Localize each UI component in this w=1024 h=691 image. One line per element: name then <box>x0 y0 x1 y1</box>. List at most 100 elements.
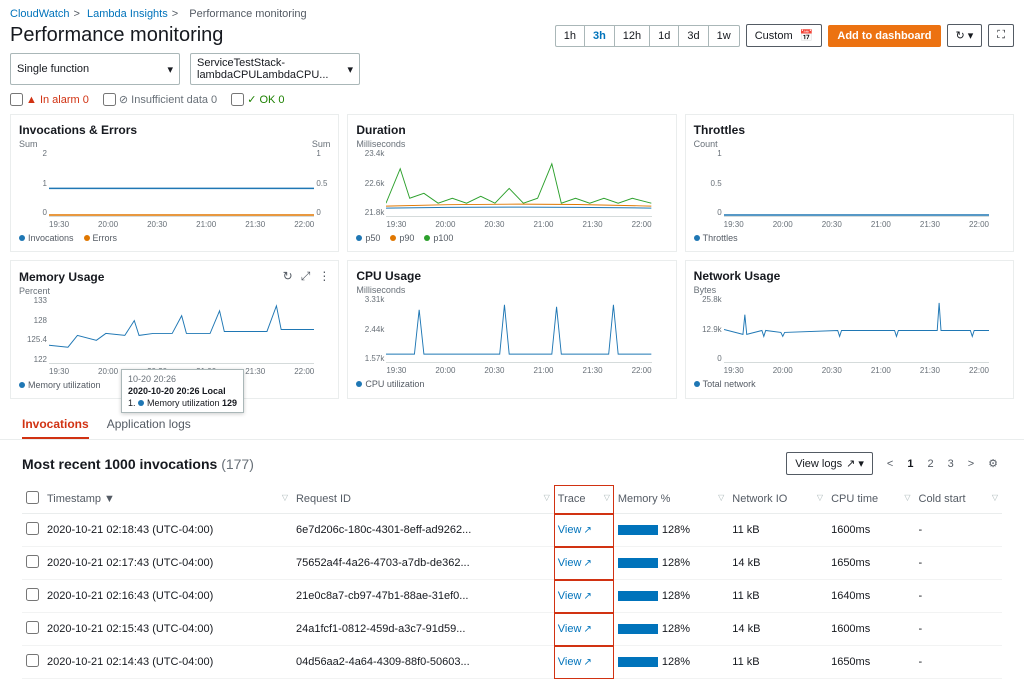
cell-cold-start: - <box>915 547 1003 580</box>
cell-cold-start: - <box>915 613 1003 646</box>
col-memory-[interactable]: Memory % ▽ <box>614 485 728 514</box>
mode-select[interactable]: Single function▾ <box>10 53 180 85</box>
cell-network: 14 kB <box>728 613 827 646</box>
view-logs-button[interactable]: View logs ↗ ▾ <box>786 452 873 475</box>
pagination[interactable]: < 1 2 3 > ⚙ <box>883 455 1002 472</box>
col-cold-start[interactable]: Cold start ▽ <box>915 485 1003 514</box>
row-checkbox[interactable] <box>26 588 39 601</box>
chart-duration: DurationMilliseconds23.4k22.6k21.8k19:30… <box>347 114 676 252</box>
alarm-filter[interactable]: ▲ In alarm 0 <box>10 93 89 106</box>
page-title: Performance monitoring <box>10 24 223 47</box>
breadcrumb-current: Performance monitoring <box>189 8 306 20</box>
view-trace-link[interactable]: View↗ <box>558 524 592 536</box>
cell-request-id: 04d56aa2-4a64-4309-88f0-50603... <box>292 646 554 679</box>
row-checkbox[interactable] <box>26 654 39 667</box>
refresh-button[interactable]: ↻ ▾ <box>947 24 983 47</box>
cell-cold-start: - <box>915 514 1003 547</box>
cell-timestamp: 2020-10-21 02:16:43 (UTC-04:00) <box>43 580 292 613</box>
cell-request-id: 21e0c8a7-cb97-47b1-88ae-31ef0... <box>292 580 554 613</box>
cell-timestamp: 2020-10-21 02:17:43 (UTC-04:00) <box>43 547 292 580</box>
view-trace-link[interactable]: View↗ <box>558 656 592 668</box>
ok-filter[interactable]: ✓ OK 0 <box>231 93 284 106</box>
col-request-id[interactable]: Request ID ▽ <box>292 485 554 514</box>
cell-memory: 128% <box>614 547 728 580</box>
chart-title: Throttles <box>694 123 745 137</box>
cell-request-id: 6e7d206c-180c-4301-8eff-ad9262... <box>292 514 554 547</box>
chart-memory-usage: Memory Usage↻⤢⋮Percent133128125.412219:3… <box>10 260 339 399</box>
cell-memory: 128% <box>614 613 728 646</box>
col-timestamp[interactable]: Timestamp ▼▽ <box>43 485 292 514</box>
breadcrumb-lambda-insights[interactable]: Lambda Insights <box>87 8 168 20</box>
table-row: 2020-10-21 02:15:43 (UTC-04:00)24a1fcf1-… <box>22 613 1002 646</box>
time-1d[interactable]: 1d <box>650 26 679 46</box>
refresh-icon[interactable]: ↻ <box>283 269 293 284</box>
time-3h[interactable]: 3h <box>585 26 615 46</box>
cell-memory: 128% <box>614 580 728 613</box>
invocations-table: Timestamp ▼▽Request ID ▽Trace ▽Memory % … <box>22 485 1002 679</box>
breadcrumb-cloudwatch[interactable]: CloudWatch <box>10 8 70 20</box>
cell-cpu: 1640ms <box>827 580 914 613</box>
row-checkbox[interactable] <box>26 555 39 568</box>
page-prev[interactable]: < <box>883 456 897 472</box>
page-2[interactable]: 2 <box>923 456 937 472</box>
cell-timestamp: 2020-10-21 02:15:43 (UTC-04:00) <box>43 613 292 646</box>
breadcrumb: CloudWatch> Lambda Insights> Performance… <box>10 8 1014 20</box>
cell-timestamp: 2020-10-21 02:18:43 (UTC-04:00) <box>43 514 292 547</box>
view-trace-link[interactable]: View↗ <box>558 590 592 602</box>
view-trace-link[interactable]: View↗ <box>558 623 592 635</box>
cell-cpu: 1600ms <box>827 514 914 547</box>
row-checkbox[interactable] <box>26 621 39 634</box>
page-1[interactable]: 1 <box>903 456 917 472</box>
col-trace[interactable]: Trace ▽ <box>554 485 614 514</box>
time-12h[interactable]: 12h <box>615 26 650 46</box>
chart-title: Memory Usage <box>19 270 104 284</box>
chart-title: Duration <box>356 123 405 137</box>
time-1w[interactable]: 1w <box>709 26 739 46</box>
cell-memory: 128% <box>614 514 728 547</box>
table-title: Most recent 1000 invocations (177) <box>22 456 254 472</box>
cell-memory: 128% <box>614 646 728 679</box>
expand-icon[interactable]: ⤢ <box>301 269 311 284</box>
chart-throttles: ThrottlesCount10.5019:3020:0020:3021:002… <box>685 114 1014 252</box>
tab-invocations[interactable]: Invocations <box>22 417 89 439</box>
time-3d[interactable]: 3d <box>679 26 708 46</box>
cell-cold-start: - <box>915 646 1003 679</box>
cell-network: 11 kB <box>728 514 827 547</box>
table-row: 2020-10-21 02:16:43 (UTC-04:00)21e0c8a7-… <box>22 580 1002 613</box>
tab-application-logs[interactable]: Application logs <box>107 417 191 439</box>
page-3[interactable]: 3 <box>944 456 958 472</box>
chart-cpu-usage: CPU UsageMilliseconds3.31k2.44k1.57k19:3… <box>347 260 676 399</box>
chart-title: Network Usage <box>694 269 781 283</box>
cell-cpu: 1650ms <box>827 547 914 580</box>
menu-icon[interactable]: ⋮ <box>318 269 330 284</box>
row-checkbox[interactable] <box>26 522 39 535</box>
col-network-io[interactable]: Network IO ▽ <box>728 485 827 514</box>
time-1h[interactable]: 1h <box>556 26 585 46</box>
function-select[interactable]: ServiceTestStack-lambdaCPULambdaCPU...▾ <box>190 53 360 85</box>
cell-network: 11 kB <box>728 646 827 679</box>
select-all-checkbox[interactable] <box>26 491 39 504</box>
cell-timestamp: 2020-10-21 02:14:43 (UTC-04:00) <box>43 646 292 679</box>
chart-invocations-errors: Invocations & ErrorsSumSum21010.5019:302… <box>10 114 339 252</box>
cell-cpu: 1650ms <box>827 646 914 679</box>
insufficient-filter[interactable]: ⊘ Insufficient data 0 <box>103 93 217 106</box>
chart-tooltip: 10-20 20:262020-10-20 20:26 Local1. Memo… <box>121 369 244 413</box>
table-row: 2020-10-21 02:17:43 (UTC-04:00)75652a4f-… <box>22 547 1002 580</box>
table-row: 2020-10-21 02:14:43 (UTC-04:00)04d56aa2-… <box>22 646 1002 679</box>
add-to-dashboard-button[interactable]: Add to dashboard <box>828 25 940 47</box>
chart-title: Invocations & Errors <box>19 123 137 137</box>
cell-cold-start: - <box>915 580 1003 613</box>
chart-network-usage: Network UsageBytes25.8k12.9k019:3020:002… <box>685 260 1014 399</box>
col-cpu-time[interactable]: CPU time ▽ <box>827 485 914 514</box>
expand-button[interactable]: ⛶ <box>988 24 1014 47</box>
cell-request-id: 75652a4f-4a26-4703-a7db-de362... <box>292 547 554 580</box>
page-next[interactable]: > <box>964 456 978 472</box>
cell-cpu: 1600ms <box>827 613 914 646</box>
settings-icon[interactable]: ⚙ <box>984 455 1002 472</box>
time-range-toggle[interactable]: 1h3h12h1d3d1w <box>555 25 740 47</box>
view-trace-link[interactable]: View↗ <box>558 557 592 569</box>
cell-request-id: 24a1fcf1-0812-459d-a3c7-91d59... <box>292 613 554 646</box>
chart-title: CPU Usage <box>356 269 421 283</box>
custom-time-button[interactable]: Custom 📅 <box>746 24 823 47</box>
table-row: 2020-10-21 02:18:43 (UTC-04:00)6e7d206c-… <box>22 514 1002 547</box>
